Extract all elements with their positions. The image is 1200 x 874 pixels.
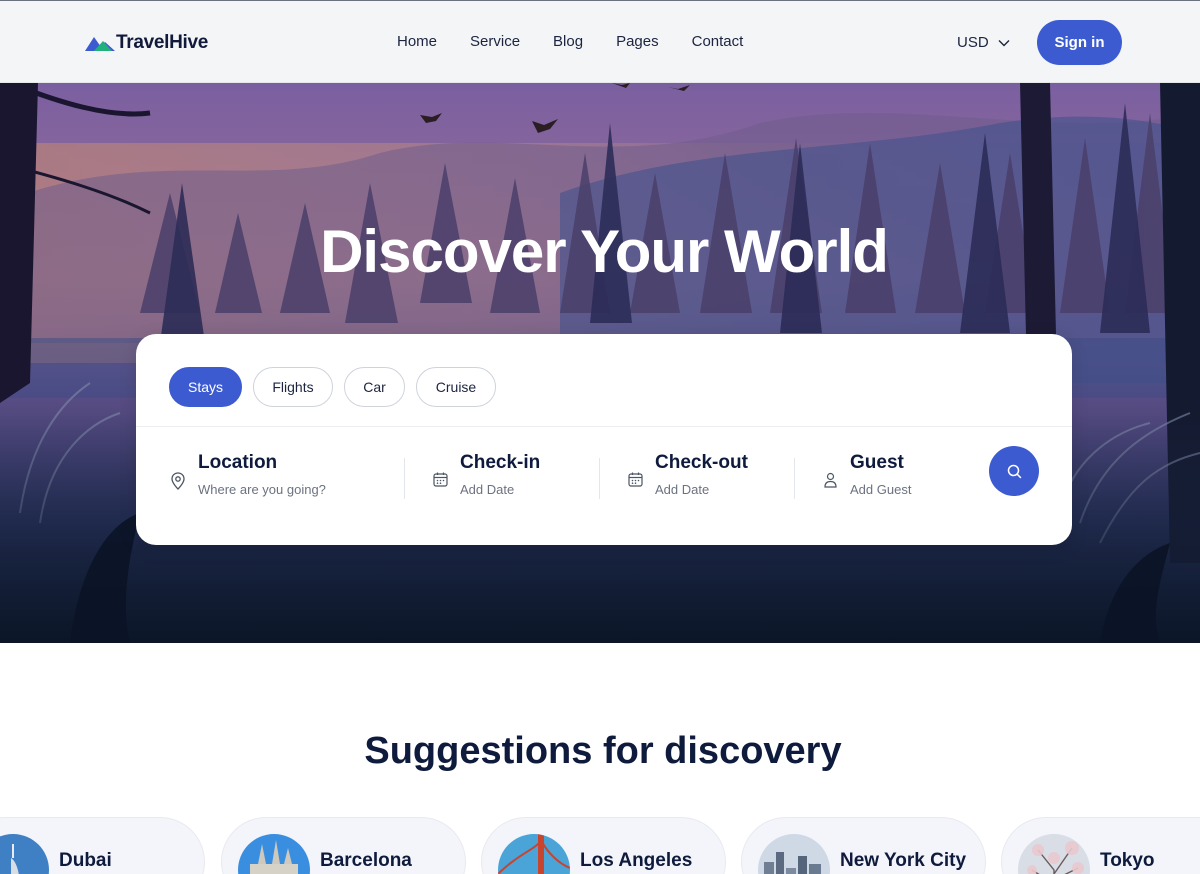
- nav-service[interactable]: Service: [470, 33, 520, 50]
- brand-logo[interactable]: TravelHive: [85, 32, 208, 54]
- new-york-city-thumbnail: [758, 834, 830, 874]
- tab-stays[interactable]: Stays: [169, 367, 242, 407]
- dubai-thumbnail: [0, 834, 49, 874]
- location-label: Location: [198, 452, 278, 473]
- currency-selector[interactable]: USD: [957, 34, 1010, 51]
- check-in-placeholder: Add Date: [460, 482, 515, 497]
- suggestion-name: Tokyo: [1100, 850, 1155, 871]
- suggestion-card-dubai[interactable]: Dubai: [0, 817, 205, 874]
- suggestion-name: Dubai: [59, 850, 112, 871]
- suggestion-name: Los Angeles: [580, 850, 693, 871]
- los-angeles-thumbnail: [498, 834, 570, 874]
- site-header: TravelHive Home Service Blog Pages Conta…: [0, 0, 1200, 83]
- suggestion-card-tokyo[interactable]: Tokyo: [1001, 817, 1200, 874]
- check-in-label: Check-in: [460, 452, 541, 473]
- field-separator: [599, 458, 600, 499]
- field-separator: [794, 458, 795, 499]
- guest-label: Guest: [850, 452, 904, 473]
- nav-home[interactable]: Home: [397, 33, 437, 50]
- suggestion-card-barcelona[interactable]: Barcelona: [221, 817, 466, 874]
- currency-value: USD: [957, 34, 989, 51]
- barcelona-thumbnail: [238, 834, 310, 874]
- sign-in-button[interactable]: Sign in: [1037, 20, 1122, 65]
- card-divider: [136, 426, 1072, 427]
- chevron-down-icon: [998, 39, 1010, 46]
- map-pin-icon: [171, 472, 185, 490]
- mountain-logo-icon: [85, 37, 115, 51]
- tab-car[interactable]: Car: [344, 367, 405, 407]
- calendar-icon: [433, 472, 448, 487]
- guest-placeholder: Add Guest: [850, 482, 912, 497]
- main-nav: Home Service Blog Pages Contact: [397, 33, 776, 50]
- location-placeholder: Where are you going?: [198, 482, 326, 497]
- field-separator: [404, 458, 405, 499]
- tab-flights[interactable]: Flights: [253, 367, 333, 407]
- tab-cruise[interactable]: Cruise: [416, 367, 496, 407]
- nav-blog[interactable]: Blog: [553, 33, 583, 50]
- brand-name: TravelHive: [116, 32, 209, 53]
- search-card: Stays Flights Car Cruise Location Where …: [136, 334, 1072, 545]
- check-out-label: Check-out: [655, 452, 748, 473]
- calendar-icon: [628, 472, 643, 487]
- suggestion-card-los-angeles[interactable]: Los Angeles: [481, 817, 726, 874]
- tokyo-thumbnail: [1018, 834, 1090, 874]
- nav-pages[interactable]: Pages: [616, 33, 659, 50]
- suggestion-name: Barcelona: [320, 850, 412, 871]
- search-icon: [1007, 464, 1021, 478]
- check-out-placeholder: Add Date: [655, 482, 710, 497]
- nav-contact[interactable]: Contact: [692, 33, 744, 50]
- hero-title: Discover Your World: [320, 218, 889, 285]
- suggestions-title: Suggestions for discovery: [364, 730, 842, 772]
- search-tabs: Stays Flights Car Cruise: [169, 367, 507, 407]
- suggestion-name: New York City: [840, 850, 967, 871]
- search-button[interactable]: [989, 446, 1039, 496]
- user-icon: [824, 472, 837, 488]
- suggestion-card-new-york-city[interactable]: New York City: [741, 817, 986, 874]
